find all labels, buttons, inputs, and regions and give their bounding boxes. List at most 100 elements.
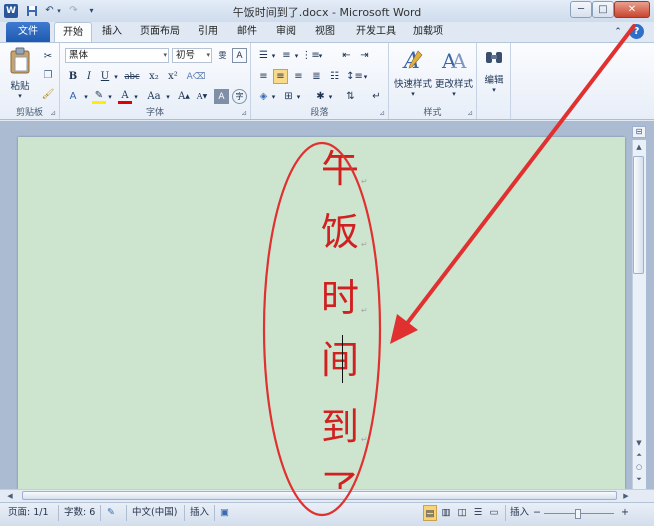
shrink-font-button[interactable]: A ▼ — [194, 89, 210, 104]
chinese-layout-dropdown-icon[interactable]: ▾ — [327, 89, 334, 104]
font-color-icon[interactable]: A — [118, 89, 132, 104]
character-border-icon[interactable]: A — [232, 48, 247, 63]
zoom-out-icon[interactable]: − — [532, 505, 542, 521]
web-layout-view-icon[interactable]: ◫ — [455, 505, 469, 521]
tab-page-layout[interactable]: 页面布局 — [134, 22, 186, 42]
bullets-icon[interactable]: ☰ — [256, 48, 271, 63]
scroll-right-icon[interactable]: ▶ — [620, 490, 632, 502]
strikethrough-button[interactable]: abc — [122, 69, 142, 84]
help-icon[interactable]: ? — [629, 24, 644, 39]
sort-icon[interactable]: ⇅ — [343, 89, 358, 104]
shading-dropdown-icon[interactable]: ▾ — [270, 89, 277, 104]
change-case-button[interactable]: Aa — [144, 89, 164, 104]
language-indicator[interactable]: 中文(中国) — [132, 505, 177, 521]
clear-formatting-icon[interactable]: A⌫ — [187, 69, 206, 84]
bold-button[interactable]: B — [66, 69, 80, 84]
numbering-icon[interactable]: ≡ — [279, 48, 294, 63]
minimize-button[interactable]: ─ — [570, 1, 592, 18]
change-case-dropdown-icon[interactable]: ▾ — [164, 89, 172, 104]
vertical-scroll-thumb[interactable] — [633, 156, 644, 274]
full-screen-view-icon[interactable]: ▥ — [439, 505, 453, 521]
font-color-dropdown-icon[interactable]: ▾ — [132, 89, 140, 104]
previous-page-icon[interactable]: ⏶ — [632, 449, 646, 461]
highlight-dropdown-icon[interactable]: ▾ — [106, 89, 114, 104]
horizontal-scroll-thumb[interactable] — [22, 491, 617, 500]
highlight-color-icon[interactable]: ✎ — [92, 89, 106, 104]
tab-insert[interactable]: 插入 — [95, 22, 129, 42]
proofing-icon[interactable]: ✎ — [107, 505, 121, 521]
tab-mailings[interactable]: 邮件 — [230, 22, 264, 42]
copy-icon[interactable]: ❐ — [40, 68, 56, 82]
subscript-button[interactable]: x₂ — [146, 69, 162, 84]
scroll-left-icon[interactable]: ◀ — [4, 490, 16, 502]
text-effects-dropdown-icon[interactable]: ▾ — [82, 89, 90, 104]
paste-dropdown-icon[interactable]: ▾ — [6, 92, 34, 100]
enclose-characters-icon[interactable]: 字 — [232, 89, 247, 104]
editing-dropdown-icon[interactable]: ▾ — [480, 86, 508, 94]
insert-mode-indicator[interactable]: 插入 — [190, 505, 209, 521]
grow-font-button[interactable]: A ▲ — [176, 89, 192, 104]
chinese-layout-icon[interactable]: ✱ — [313, 89, 328, 104]
align-center-icon[interactable]: ≡ — [273, 69, 288, 84]
phonetic-guide-icon[interactable]: 雯 — [215, 48, 230, 63]
underline-button[interactable]: U — [98, 69, 112, 84]
align-left-icon[interactable]: ≡ — [256, 69, 271, 84]
print-layout-view-icon[interactable]: ▤ — [423, 505, 437, 521]
zoom-in-icon[interactable]: + — [620, 505, 630, 521]
distributed-icon[interactable]: ☷ — [327, 69, 342, 84]
paragraph-launcher-icon[interactable]: ⊿ — [379, 109, 385, 117]
minimize-ribbon-icon[interactable]: ⌃ — [612, 25, 624, 39]
editing-button[interactable]: 编辑 ▾ — [480, 47, 508, 94]
scroll-up-icon[interactable]: ▲ — [632, 141, 646, 153]
italic-button[interactable]: I — [82, 69, 96, 84]
font-size-select[interactable]: 初号 ▾ — [172, 48, 212, 63]
numbering-dropdown-icon[interactable]: ▾ — [293, 48, 300, 63]
justify-icon[interactable]: ≣ — [309, 69, 324, 84]
document-page[interactable]: 午 ↵ 饭 ↵ 时 ↵ 间 到 ↵ 了 — [18, 137, 625, 509]
font-launcher-icon[interactable]: ⊿ — [241, 109, 247, 117]
line-spacing-icon[interactable]: ↕≡ — [346, 69, 363, 84]
tab-home[interactable]: 开始 — [54, 22, 92, 42]
font-size-dropdown-icon[interactable]: ▾ — [206, 49, 210, 62]
font-name-dropdown-icon[interactable]: ▾ — [163, 49, 167, 62]
tab-view[interactable]: 视图 — [308, 22, 342, 42]
font-name-select[interactable]: 黑体 ▾ — [65, 48, 169, 63]
tab-review[interactable]: 审阅 — [269, 22, 303, 42]
multilevel-dropdown-icon[interactable]: ▾ — [317, 48, 324, 63]
view-ruler-icon[interactable]: ⊟ — [632, 126, 646, 138]
show-formatting-marks-icon[interactable]: ↵ — [369, 89, 384, 104]
cut-icon[interactable]: ✂ — [40, 49, 56, 63]
shading-icon[interactable]: ◈ — [256, 89, 271, 104]
macro-recording-icon[interactable]: ▣ — [220, 505, 234, 521]
word-count[interactable]: 字数: 6 — [64, 505, 95, 521]
clipboard-launcher-icon[interactable]: ⊿ — [50, 109, 56, 117]
page-count[interactable]: 页面: 1/1 — [8, 505, 49, 521]
superscript-button[interactable]: x² — [165, 69, 181, 84]
scroll-down-icon[interactable]: ▼ — [632, 437, 646, 449]
align-right-icon[interactable]: ≡ — [291, 69, 306, 84]
tab-references[interactable]: 引用 — [191, 22, 225, 42]
character-shading-icon[interactable]: A — [214, 89, 229, 104]
increase-indent-icon[interactable]: ⇥ — [357, 48, 372, 63]
bullets-dropdown-icon[interactable]: ▾ — [270, 48, 277, 63]
tab-developer[interactable]: 开发工具 — [350, 22, 402, 42]
quick-styles-dropdown-icon[interactable]: ▾ — [393, 90, 433, 98]
tab-file[interactable]: 文件 — [6, 22, 50, 42]
borders-icon[interactable]: ⊞ — [281, 89, 296, 104]
close-button[interactable]: ✕ — [614, 1, 650, 18]
tab-addins[interactable]: 加载项 — [407, 22, 449, 42]
styles-launcher-icon[interactable]: ⊿ — [467, 109, 473, 117]
paste-button[interactable]: 粘贴 ▾ — [6, 47, 34, 100]
borders-dropdown-icon[interactable]: ▾ — [295, 89, 302, 104]
maximize-button[interactable]: □ — [592, 1, 614, 18]
format-painter-icon[interactable]: 🖌 — [40, 87, 56, 101]
quick-styles-button[interactable]: A 快速样式 ▾ — [393, 47, 433, 98]
multilevel-list-icon[interactable]: ⋮≡ — [301, 48, 319, 63]
decrease-indent-icon[interactable]: ⇤ — [339, 48, 354, 63]
outline-view-icon[interactable]: ☰ — [471, 505, 485, 521]
zoom-slider-thumb[interactable] — [575, 509, 581, 519]
underline-dropdown-icon[interactable]: ▾ — [112, 69, 120, 84]
text-effects-icon[interactable]: A — [66, 89, 80, 104]
draft-view-icon[interactable]: ▭ — [487, 505, 501, 521]
browse-object-icon[interactable]: ○ — [632, 461, 646, 473]
